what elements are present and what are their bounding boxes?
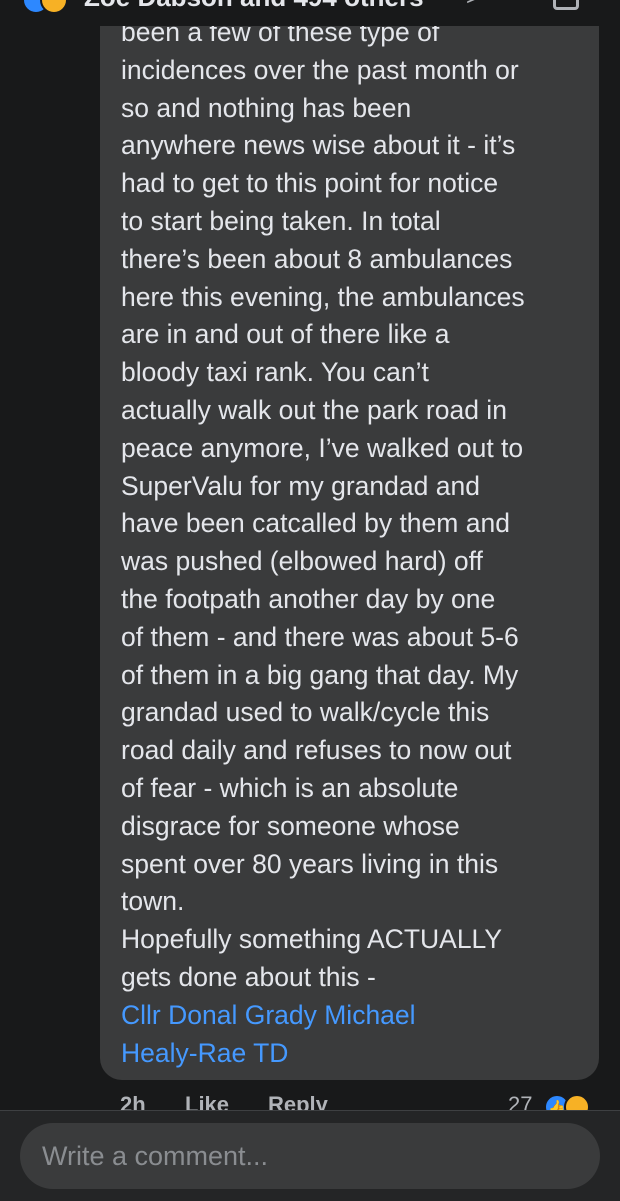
comment-line: was pushed (elbowed hard) off	[121, 546, 483, 577]
comment-line: the footpath another day by one	[121, 583, 496, 614]
comment-line: incidences over the past month or	[121, 54, 519, 85]
reply-button[interactable]: Reply	[268, 1092, 328, 1110]
mention-link[interactable]: Healy-Rae TD	[121, 1035, 591, 1073]
share-icon[interactable]	[553, 0, 579, 10]
comment-line: disgrace for someone whose	[121, 810, 460, 841]
comment-text: been a few of these type of incidences o…	[121, 14, 591, 1072]
sad-reaction-icon	[564, 1094, 590, 1110]
comment-line: peace anymore, I’ve walked out to	[121, 432, 524, 463]
comment-line: have been catcalled by them and	[121, 508, 510, 539]
comment-line: town.	[121, 886, 185, 917]
haha-reaction-icon	[40, 0, 68, 14]
comment-line: road daily and refuses to now out	[121, 735, 512, 766]
comment-line: gets done about this -	[121, 961, 376, 992]
comment-line: SuperValu for my grandad and	[121, 470, 480, 501]
comment-line: grandad used to walk/cycle this	[121, 697, 490, 728]
comment-line: of fear - which is an absolute	[121, 772, 459, 803]
mention-link[interactable]: Cllr Donal Grady Michael	[121, 997, 591, 1035]
comment-line: actually walk out the park road in	[121, 394, 507, 425]
comment-line: are in and out of there like a	[121, 319, 450, 350]
top-reactions-strip: Zoe Dabson and 494 others >	[0, 0, 620, 26]
comment-line: bloody taxi rank. You can’t	[121, 357, 429, 388]
comment-line: anywhere news wise about it - it’s	[121, 130, 516, 161]
reaction-count[interactable]: 27	[508, 1092, 532, 1110]
comment-line: spent over 80 years living in this	[121, 848, 499, 879]
comment-composer-bar: Write a comment...	[0, 1110, 620, 1201]
comment-line: had to get to this point for notice	[121, 168, 499, 199]
comment-line: Hopefully something ACTUALLY	[121, 924, 503, 955]
comment-line: of them - and there was about 5-6	[121, 621, 519, 652]
chevron-right-icon: >	[466, 0, 480, 12]
comment-line: here this evening, the ambulances	[121, 281, 525, 312]
comment-line: to start being taken. In total	[121, 205, 441, 236]
comment-line: of them in a big gang that day. My	[121, 659, 519, 690]
like-button[interactable]: Like	[185, 1092, 229, 1110]
reaction-icons-summary[interactable]	[22, 0, 82, 14]
comment-line: there’s been about 8 ambulances	[121, 243, 513, 274]
comment-input[interactable]: Write a comment...	[20, 1123, 600, 1189]
reactors-summary[interactable]: Zoe Dabson and 494 others	[84, 0, 424, 13]
comment-timestamp[interactable]: 2h	[120, 1092, 146, 1110]
comment-line: so and nothing has been	[121, 92, 412, 123]
comment-actions: 2h Like Reply 27 👍	[0, 1088, 620, 1110]
